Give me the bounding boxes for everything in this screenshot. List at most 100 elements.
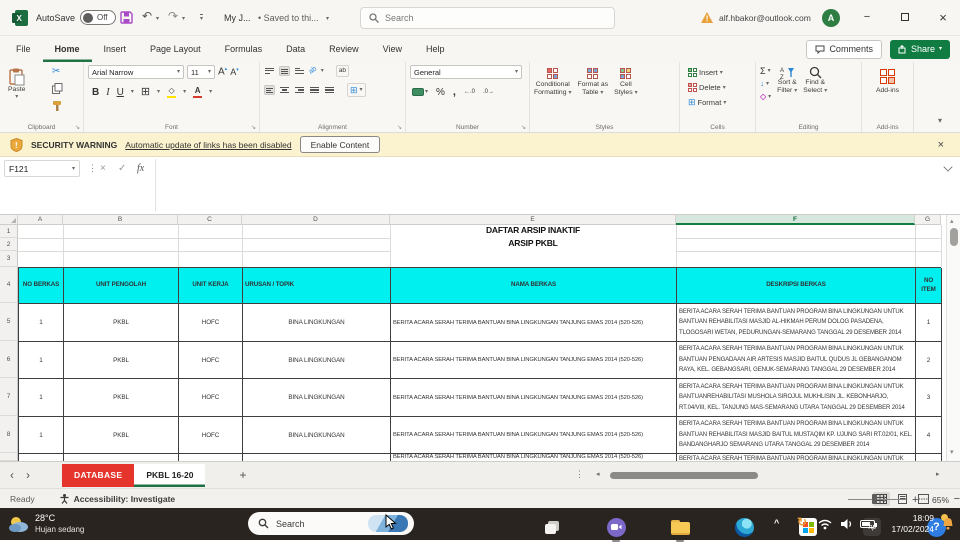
underline-button[interactable]: U [117,87,124,98]
zoom-slider-thumb[interactable] [872,494,877,504]
enable-content-button[interactable]: Enable Content [299,136,381,153]
tab-page-layout[interactable]: Page Layout [138,36,213,62]
conditional-formatting-button[interactable]: Conditional Formatting ▾ [534,68,572,97]
sheet-tab-pkbl-active[interactable]: PKBL 16-20 [134,463,206,487]
cut-icon[interactable]: ✂ [52,66,60,77]
sync-tray-icon[interactable]: ↻ [797,515,807,529]
percent-style-button[interactable]: % [436,87,445,98]
column-header-a[interactable]: A [18,215,63,225]
cell-urusan-topik[interactable]: BINA LINGKUNGAN [243,304,391,342]
column-header-g[interactable]: G [915,215,941,225]
cell-deskripsi-berkas[interactable]: BERITA ACARA SERAH TERIMA BANTUAN PROGRA… [677,417,916,454]
share-button[interactable]: Share ▾ [889,39,950,59]
scroll-up-icon[interactable]: ▴ [950,217,954,225]
cell-nama-berkas[interactable]: BERITA ACARA SERAH TERIMA BANTUAN BINA L… [391,417,677,454]
font-name-combo[interactable]: Arial Narrow ▾ [88,65,184,79]
tab-data[interactable]: Data [274,36,317,62]
column-header-c[interactable]: C [178,215,242,225]
tabbar-splitter-icon[interactable]: ⋮ [575,469,584,480]
row-header-8[interactable]: 8 [0,416,18,453]
increase-decimal-icon[interactable]: ←.0 [464,89,475,95]
redo-icon[interactable]: ↷ [168,9,178,23]
scroll-down-icon[interactable]: ▾ [950,448,954,456]
autosave-toggle[interactable]: Off [80,10,116,25]
font-color-button[interactable]: A [193,86,203,99]
row-header-1[interactable]: 1 [0,225,18,238]
table-header-unit-pengolah[interactable]: UNIT PENGOLAH [64,268,179,304]
undo-icon[interactable]: ↶ [142,9,152,23]
align-top-icon[interactable] [264,66,275,76]
undo-chevron-icon[interactable]: ▾ [156,16,159,22]
column-header-e[interactable]: E [390,215,676,225]
zoom-slider-track[interactable] [848,498,906,500]
sheet-tab-database[interactable]: DATABASE [62,463,135,487]
document-title[interactable]: My J... [224,13,251,23]
zoom-level[interactable]: 65% [932,495,949,505]
cell-partial[interactable] [19,454,64,461]
titlebar-search[interactable]: Search [360,7,615,29]
cell-no-item[interactable]: 3 [916,379,942,417]
table-header-no-berkas[interactable]: NO BERKAS [19,268,64,304]
horizontal-scrollbar-thumb[interactable] [610,471,758,479]
orientation-chevron-icon[interactable]: ▾ [321,68,324,74]
row-header-5[interactable]: 5 [0,303,18,341]
cell-unit-kerja[interactable]: HOFC [179,379,243,417]
cell-partial-nama[interactable]: BERITA ACARA SERAH TERIMA BANTUAN BINA L… [391,454,677,461]
align-middle-icon[interactable] [279,65,290,76]
cell-nama-berkas[interactable]: BERITA ACARA SERAH TERIMA BANTUAN BINA L… [391,342,677,379]
accounting-format-button[interactable]: ▾ [412,88,428,96]
alignment-dialog-launcher-icon[interactable]: ↘ [397,124,402,131]
sheet-nav-left-icon[interactable]: ‹ [10,468,14,482]
bold-button[interactable]: B [92,87,99,98]
tab-home[interactable]: Home [43,36,92,62]
underline-chevron-icon[interactable]: ▾ [131,89,134,95]
close-button[interactable]: × [926,4,960,30]
collapse-ribbon-icon[interactable]: ▾ [938,117,942,125]
row-header-4[interactable]: 4 [0,267,18,303]
formula-enter-icon[interactable]: ✓ [118,163,126,174]
zoom-in-button[interactable]: + [912,494,918,506]
comma-style-button[interactable]: , [453,86,456,98]
cell-unit-pengolah[interactable]: PKBL [64,304,179,342]
vertical-scrollbar[interactable]: ▴ ▾ [946,215,960,461]
find-select-button[interactable]: Find & Select ▾ [803,66,827,95]
row-header-2[interactable]: 2 [0,238,18,251]
align-center-icon[interactable] [279,85,290,95]
cell-no-item[interactable]: 4 [916,417,942,454]
notification-bell-icon[interactable] [942,517,954,531]
cell-urusan-topik[interactable]: BINA LINGKUNGAN [243,417,391,454]
copy-icon[interactable] [52,83,63,94]
hscroll-right-icon[interactable]: ▸ [936,470,940,478]
increase-indent-icon[interactable] [324,85,335,95]
row-header-3[interactable]: 3 [0,251,18,267]
saved-status[interactable]: • Saved to thi... [258,13,319,23]
sheet-nav-right-icon[interactable]: › [26,468,30,482]
weather-widget[interactable]: 28°C Hujan sedang [35,513,84,534]
number-dialog-launcher-icon[interactable]: ↘ [521,124,526,131]
cell-styles-button[interactable]: Cell Styles ▾ [614,68,638,97]
table-header-urusan-topik[interactable]: URUSAN / TOPIK [243,268,391,304]
column-header-b[interactable]: B [63,215,178,225]
sort-filter-button[interactable]: AZ Sort & Filter ▾ [777,66,797,95]
wrap-text-button[interactable]: ab [335,65,350,77]
row-header-9-partial[interactable] [0,453,18,461]
maximize-button[interactable] [888,4,922,30]
chat-app-icon[interactable] [603,514,629,542]
tab-help[interactable]: Help [414,36,457,62]
table-header-deskripsi-berkas[interactable]: DESKRIPSI BERKAS [677,268,916,304]
merge-center-button[interactable]: ⊞ ▾ [347,82,366,98]
table-header-no-item[interactable]: NO ITEM [916,268,942,304]
comments-button[interactable]: Comments [806,39,882,59]
addins-button[interactable]: Add-ins [866,69,909,95]
grow-font-icon[interactable]: A▴ [218,66,227,77]
cell-no-item[interactable]: 2 [916,342,942,379]
tab-file[interactable]: File [4,36,43,62]
cell-deskripsi-berkas[interactable]: BERITA ACARA SERAH TERIMA BANTUAN PROGRA… [677,304,916,342]
vertical-scrollbar-thumb[interactable] [950,228,958,246]
autosum-button[interactable]: Σ ▾ [760,66,771,76]
cell-unit-pengolah[interactable]: PKBL [64,379,179,417]
new-sheet-icon[interactable]: + [239,468,246,482]
qat-customize-icon[interactable]: ▾ [200,14,204,22]
cell-partial[interactable] [916,454,942,461]
cell-partial[interactable] [243,454,391,461]
